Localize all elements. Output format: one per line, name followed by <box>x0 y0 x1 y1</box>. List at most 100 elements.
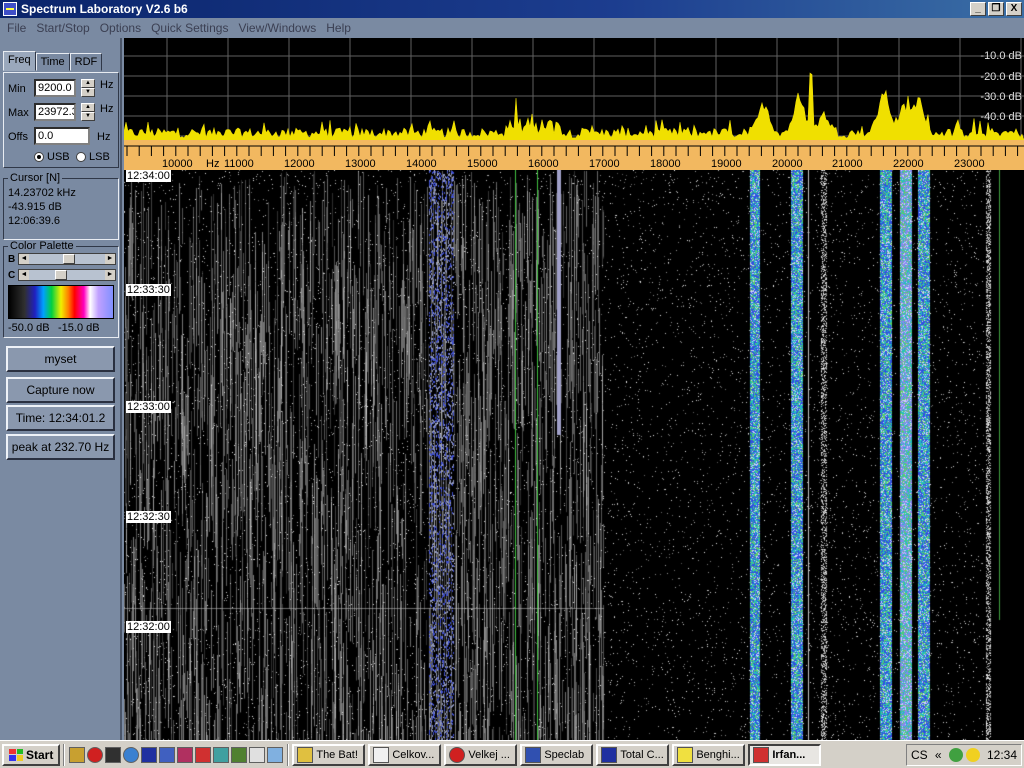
spectrum-plot <box>124 38 1024 140</box>
menu-quick-settings[interactable]: Quick Settings <box>146 21 233 35</box>
cursor-time: 12:06:39.6 <box>8 215 60 227</box>
menu-file[interactable]: File <box>2 21 31 35</box>
time-label-123230: 12:32:30 <box>126 511 171 523</box>
quicklaunch-speclab-icon[interactable] <box>159 746 176 763</box>
task-irfanview[interactable]: Irfan... <box>748 743 822 766</box>
task-label: Benghi... <box>696 748 740 761</box>
contrast-thumb[interactable] <box>55 270 67 280</box>
network-icon[interactable] <box>948 748 963 762</box>
freq-label-17000: 17000 <box>589 158 620 170</box>
usb-radio[interactable]: USB <box>34 151 70 163</box>
quicklaunch-glasses-icon[interactable] <box>69 746 86 763</box>
restore-button[interactable]: ❐ <box>988 2 1004 16</box>
capture-now-button[interactable]: Capture now <box>6 377 115 403</box>
brightness-track[interactable]: ◄ ► <box>18 253 116 265</box>
cursor-level: -43.915 dB <box>8 201 62 213</box>
smiley-icon[interactable] <box>965 748 980 762</box>
tray-expand-icon[interactable]: « <box>935 748 942 762</box>
freq-label-12000: 12000 <box>284 158 315 170</box>
clock[interactable]: 12:34 <box>987 748 1017 762</box>
menu-view-windows[interactable]: View/Windows <box>233 21 321 35</box>
opera-icon <box>449 746 466 763</box>
tab-rdf[interactable]: RDF <box>69 53 103 71</box>
contrast-track[interactable]: ◄ ► <box>18 269 116 281</box>
task-benghi[interactable]: Benghi... <box>672 743 746 766</box>
task-velkej[interactable]: Velkej ... <box>444 743 518 766</box>
tab-freq[interactable]: Freq <box>3 51 36 71</box>
radio-unchecked-icon <box>76 152 86 162</box>
menu-bar: File Start/Stop Options Quick Settings V… <box>0 18 1024 38</box>
brightness-thumb[interactable] <box>63 254 75 264</box>
task-label: Celkov... <box>392 748 435 761</box>
min-unit: Hz <box>100 79 114 91</box>
app-icon[interactable] <box>3 2 17 16</box>
max-frequency-stepper[interactable]: ▲ ▼ <box>81 103 95 121</box>
db-label-40: -40.0 dB <box>980 111 1022 123</box>
separator <box>287 743 290 766</box>
contrast-label: C <box>8 269 16 281</box>
db-label-20: -20.0 dB <box>980 71 1022 83</box>
freq-label-10000: 10000 <box>162 158 193 170</box>
quicklaunch-bat-icon[interactable] <box>105 746 122 763</box>
db-label-30: -30.0 dB <box>980 91 1022 103</box>
menu-options[interactable]: Options <box>95 21 146 35</box>
quicklaunch-irfanview-icon[interactable] <box>195 746 212 763</box>
brightness-label: B <box>8 253 16 265</box>
language-indicator[interactable]: CS <box>911 748 928 762</box>
quicklaunch-tool-icon[interactable] <box>231 746 248 763</box>
waterfall-canvas[interactable] <box>124 170 1024 740</box>
time-label-123330: 12:33:30 <box>126 284 171 296</box>
spectrum-graph[interactable]: -10.0 dB -20.0 dB -30.0 dB -40.0 dB <box>124 38 1024 140</box>
quicklaunch-disk-icon[interactable] <box>141 746 158 763</box>
freq-label-21000: 21000 <box>832 158 863 170</box>
task-speclab[interactable]: Speclab <box>520 743 594 766</box>
menu-help[interactable]: Help <box>321 21 356 35</box>
offset-input[interactable]: 0.0 <box>34 127 90 145</box>
chat-icon <box>677 746 694 763</box>
separator <box>63 743 66 766</box>
tab-time[interactable]: Time <box>35 53 70 71</box>
usb-label: USB <box>47 151 70 163</box>
freq-label-13000: 13000 <box>345 158 376 170</box>
bat-icon <box>297 746 314 763</box>
peak-button[interactable]: peak at 232.70 Hz <box>6 434 115 460</box>
cursor-frequency: 14.23702 kHz <box>8 187 76 199</box>
brightness-slider[interactable]: B ◄ ► <box>8 253 116 265</box>
waterfall-display[interactable]: 12:34:00 12:33:30 12:33:00 12:32:30 12:3… <box>124 170 1024 740</box>
myset-button[interactable]: myset <box>6 346 115 372</box>
radio-checked-icon <box>34 152 44 162</box>
arrow-left-icon[interactable]: ◄ <box>19 270 29 280</box>
spectrum-display[interactable]: -10.0 dB -20.0 dB -30.0 dB -40.0 dB 1000… <box>124 38 1024 740</box>
speclab-icon <box>525 746 542 763</box>
quicklaunch-browser-icon[interactable] <box>267 746 284 763</box>
time-button[interactable]: Time: 12:34:01.2 <box>6 405 115 431</box>
task-the-bat[interactable]: The Bat! <box>292 743 366 766</box>
contrast-slider[interactable]: C ◄ ► <box>8 269 116 281</box>
arrow-right-icon[interactable]: ► <box>105 270 115 280</box>
task-total-commander[interactable]: Total C... <box>596 743 670 766</box>
min-frequency-stepper[interactable]: ▲ ▼ <box>81 79 95 97</box>
arrow-left-icon[interactable]: ◄ <box>19 254 29 264</box>
quicklaunch-app-icon[interactable] <box>177 746 194 763</box>
close-button[interactable]: X <box>1006 2 1022 16</box>
max-frequency-input[interactable]: 23972.3 <box>34 103 76 121</box>
start-button[interactable]: Start <box>2 743 61 766</box>
palette-min-db: -50.0 dB <box>8 322 50 334</box>
minimize-button[interactable]: _ <box>970 2 986 16</box>
time-label-123300: 12:33:00 <box>126 401 171 413</box>
panel-tabs: Freq Time RDF <box>3 51 103 71</box>
arrow-right-icon[interactable]: ► <box>105 254 115 264</box>
menu-start-stop[interactable]: Start/Stop <box>31 21 94 35</box>
frequency-scale[interactable]: 10000 Hz 11000 12000 13000 14000 15000 1… <box>124 140 1024 170</box>
min-frequency-input[interactable]: 9200.0 <box>34 79 76 97</box>
quicklaunch-opera-icon[interactable] <box>87 746 104 763</box>
freq-label-19000: 19000 <box>711 158 742 170</box>
task-celkov[interactable]: Celkov... <box>368 743 442 766</box>
color-palette-bar[interactable] <box>8 285 114 319</box>
quicklaunch-ie-icon[interactable] <box>123 746 140 763</box>
lsb-radio[interactable]: LSB <box>76 151 110 163</box>
palette-title: Color Palette <box>8 240 76 252</box>
quicklaunch-document-icon[interactable] <box>249 746 266 763</box>
quicklaunch-box-icon[interactable] <box>213 746 230 763</box>
control-panel: Freq Time RDF Min 9200.0 ▲ ▼ Hz Max 23972… <box>0 38 122 740</box>
